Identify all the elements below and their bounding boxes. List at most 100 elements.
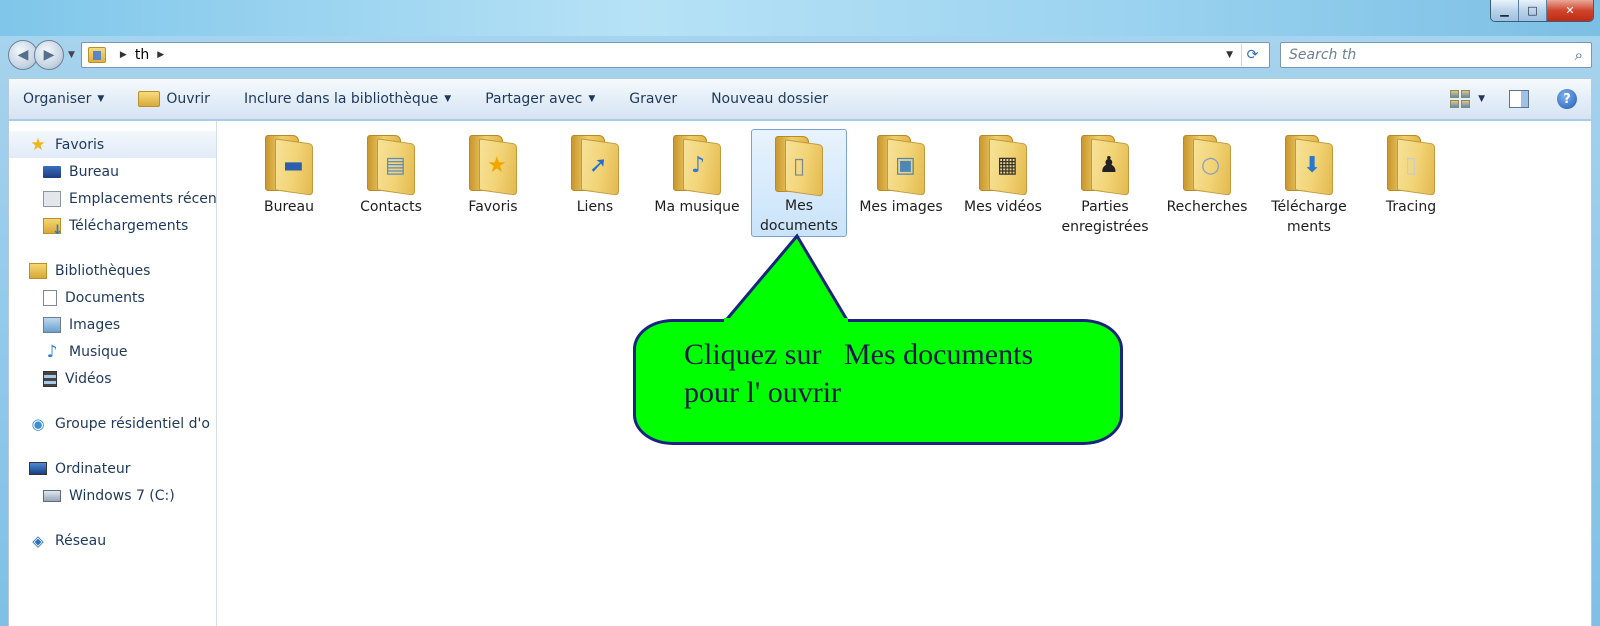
- chevron-down-icon: ▼: [444, 94, 452, 104]
- blank-page-icon: ▯: [1405, 153, 1418, 178]
- network-icon: ◈: [32, 531, 44, 550]
- nav-libraries[interactable]: Bibliothèques: [9, 257, 216, 284]
- open-button[interactable]: Ouvrir: [138, 91, 210, 107]
- nav-item-downloads[interactable]: Téléchargements: [9, 212, 216, 239]
- hard-drive-icon: [43, 489, 61, 502]
- folder-icon: ➚: [567, 131, 623, 196]
- maximize-button[interactable]: □: [1519, 0, 1547, 21]
- nav-item-documents[interactable]: Documents: [9, 284, 216, 311]
- address-dropdown-icon[interactable]: ▼: [1226, 50, 1233, 60]
- chevron-down-icon: ▼: [97, 94, 105, 104]
- close-button[interactable]: ✕: [1547, 0, 1593, 21]
- navigation-pane: ★ Favoris Bureau Emplacements récents Té…: [9, 121, 217, 626]
- desktop-icon: [43, 165, 61, 178]
- folder-item-selected[interactable]: ▯ Mes documents: [751, 129, 847, 237]
- folder-item[interactable]: ♪ Ma musique: [649, 129, 745, 237]
- folder-item[interactable]: ▬ Bureau: [241, 129, 337, 237]
- folder-item[interactable]: ▤ Contacts: [343, 129, 439, 237]
- nav-computer[interactable]: Ordinateur: [9, 455, 216, 482]
- folder-item[interactable]: ♟ Parties enregistrées: [1057, 129, 1153, 237]
- callout-line: pour l' ouvrir: [684, 376, 842, 409]
- homegroup-icon: ◉: [31, 414, 45, 433]
- folder-item[interactable]: ▦ Mes vidéos: [955, 129, 1051, 237]
- recent-pages-dropdown[interactable]: ▼: [68, 50, 75, 60]
- organise-button[interactable]: Organiser ▼: [23, 91, 104, 107]
- folder-item[interactable]: ▣ Mes images: [853, 129, 949, 237]
- title-bar: ▁ □ ✕: [0, 0, 1600, 36]
- library-icon: [29, 262, 47, 279]
- chevron-down-icon: ▼: [588, 94, 596, 104]
- picture-icon: ▣: [895, 153, 916, 178]
- open-folder-icon: [138, 91, 161, 107]
- document-icon: ▯: [793, 154, 806, 179]
- nav-item-music[interactable]: ♪ Musique: [9, 338, 216, 365]
- nav-item-drive-c[interactable]: Windows 7 (C:): [9, 482, 216, 509]
- folder-icon: ▯: [1383, 131, 1439, 196]
- folder-item[interactable]: ⬇ Télécharge ments: [1261, 129, 1357, 237]
- breadcrumb-separator-icon[interactable]: ▶: [120, 50, 127, 60]
- magnifier-icon: ○: [1201, 153, 1221, 178]
- help-icon[interactable]: ?: [1557, 89, 1577, 109]
- folder-icon: ▤: [363, 131, 419, 196]
- folder-icon: ○: [1179, 131, 1235, 196]
- folder-icon: ▦: [975, 131, 1031, 196]
- downloads-icon: [43, 217, 63, 238]
- nav-item-desktop[interactable]: Bureau: [9, 158, 216, 185]
- command-bar: Organiser ▼ Ouvrir Inclure dans la biblio…: [8, 78, 1592, 120]
- folder-icon: ★: [465, 131, 521, 196]
- film-icon: ▦: [997, 153, 1018, 178]
- change-view-icon[interactable]: [1450, 90, 1471, 108]
- folder-icon: ▣: [873, 131, 929, 196]
- forward-arrow-icon: ▶: [43, 47, 55, 63]
- folder-icon: ▬: [261, 131, 317, 196]
- folder-icon: ⬇: [1281, 131, 1337, 196]
- nav-item-images[interactable]: Images: [9, 311, 216, 338]
- include-in-library-button[interactable]: Inclure dans la bibliothèque ▼: [244, 91, 451, 107]
- burn-button[interactable]: Graver: [629, 91, 677, 107]
- folder-icon: [87, 47, 106, 63]
- folder-icon: ▯: [771, 132, 827, 197]
- shortcut-arrow-icon: ➚: [589, 153, 608, 178]
- nav-network[interactable]: ◈ Réseau: [9, 527, 216, 554]
- nav-favorites[interactable]: ★ Favoris: [9, 131, 216, 158]
- refresh-icon[interactable]: ⟳: [1241, 44, 1263, 66]
- folder-icon: ♟: [1077, 131, 1133, 196]
- star-icon: ★: [30, 134, 46, 155]
- share-with-button[interactable]: Partager avec ▼: [485, 91, 595, 107]
- minimize-button[interactable]: ▁: [1491, 0, 1519, 21]
- folder-item[interactable]: ▯ Tracing: [1363, 129, 1459, 237]
- search-icon[interactable]: ⌕: [1575, 46, 1583, 64]
- desktop-icon: ▬: [283, 153, 304, 178]
- new-folder-button[interactable]: Nouveau dossier: [711, 91, 828, 107]
- back-arrow-icon: ◀: [17, 47, 29, 63]
- document-icon: [43, 289, 57, 306]
- nav-homegroup[interactable]: ◉ Groupe résidentiel d'o: [9, 410, 216, 437]
- folder-icon: ♪: [669, 131, 725, 196]
- folder-item[interactable]: ➚ Liens: [547, 129, 643, 237]
- search-input[interactable]: Search th ⌕: [1280, 42, 1592, 68]
- window-controls: ▁ □ ✕: [1490, 0, 1594, 22]
- music-note-icon: ♪: [691, 153, 706, 178]
- contact-card-icon: ▤: [385, 153, 406, 178]
- folder-item[interactable]: ○ Recherches: [1159, 129, 1255, 237]
- film-icon: [43, 370, 57, 387]
- address-row: ◀ ▶ ▼ ▶ th ▶ ▼ ⟳ Search th ⌕: [0, 36, 1600, 74]
- computer-icon: [29, 462, 47, 475]
- address-bar[interactable]: ▶ th ▶ ▼ ⟳: [80, 42, 1270, 68]
- chess-piece-icon: ♟: [1099, 153, 1119, 178]
- breadcrumb-item[interactable]: th: [135, 47, 149, 63]
- preview-pane-icon[interactable]: [1509, 90, 1529, 108]
- recent-places-icon: [43, 190, 61, 207]
- callout-text: Cliquez sur Mes documents pour l' ouvrir: [684, 336, 1124, 412]
- star-icon: ★: [487, 153, 507, 178]
- nav-item-recent-places[interactable]: Emplacements récents: [9, 185, 216, 212]
- folder-item[interactable]: ★ Favoris: [445, 129, 541, 237]
- picture-icon: [43, 316, 61, 333]
- forward-button[interactable]: ▶: [34, 40, 64, 70]
- nav-item-videos[interactable]: Vidéos: [9, 365, 216, 392]
- view-dropdown-icon[interactable]: ▼: [1478, 94, 1485, 104]
- breadcrumb-separator-icon[interactable]: ▶: [157, 50, 164, 60]
- callout-line: Cliquez sur Mes documents: [684, 338, 1034, 371]
- download-arrow-icon: ⬇: [1303, 153, 1322, 178]
- music-note-icon: ♪: [46, 341, 58, 362]
